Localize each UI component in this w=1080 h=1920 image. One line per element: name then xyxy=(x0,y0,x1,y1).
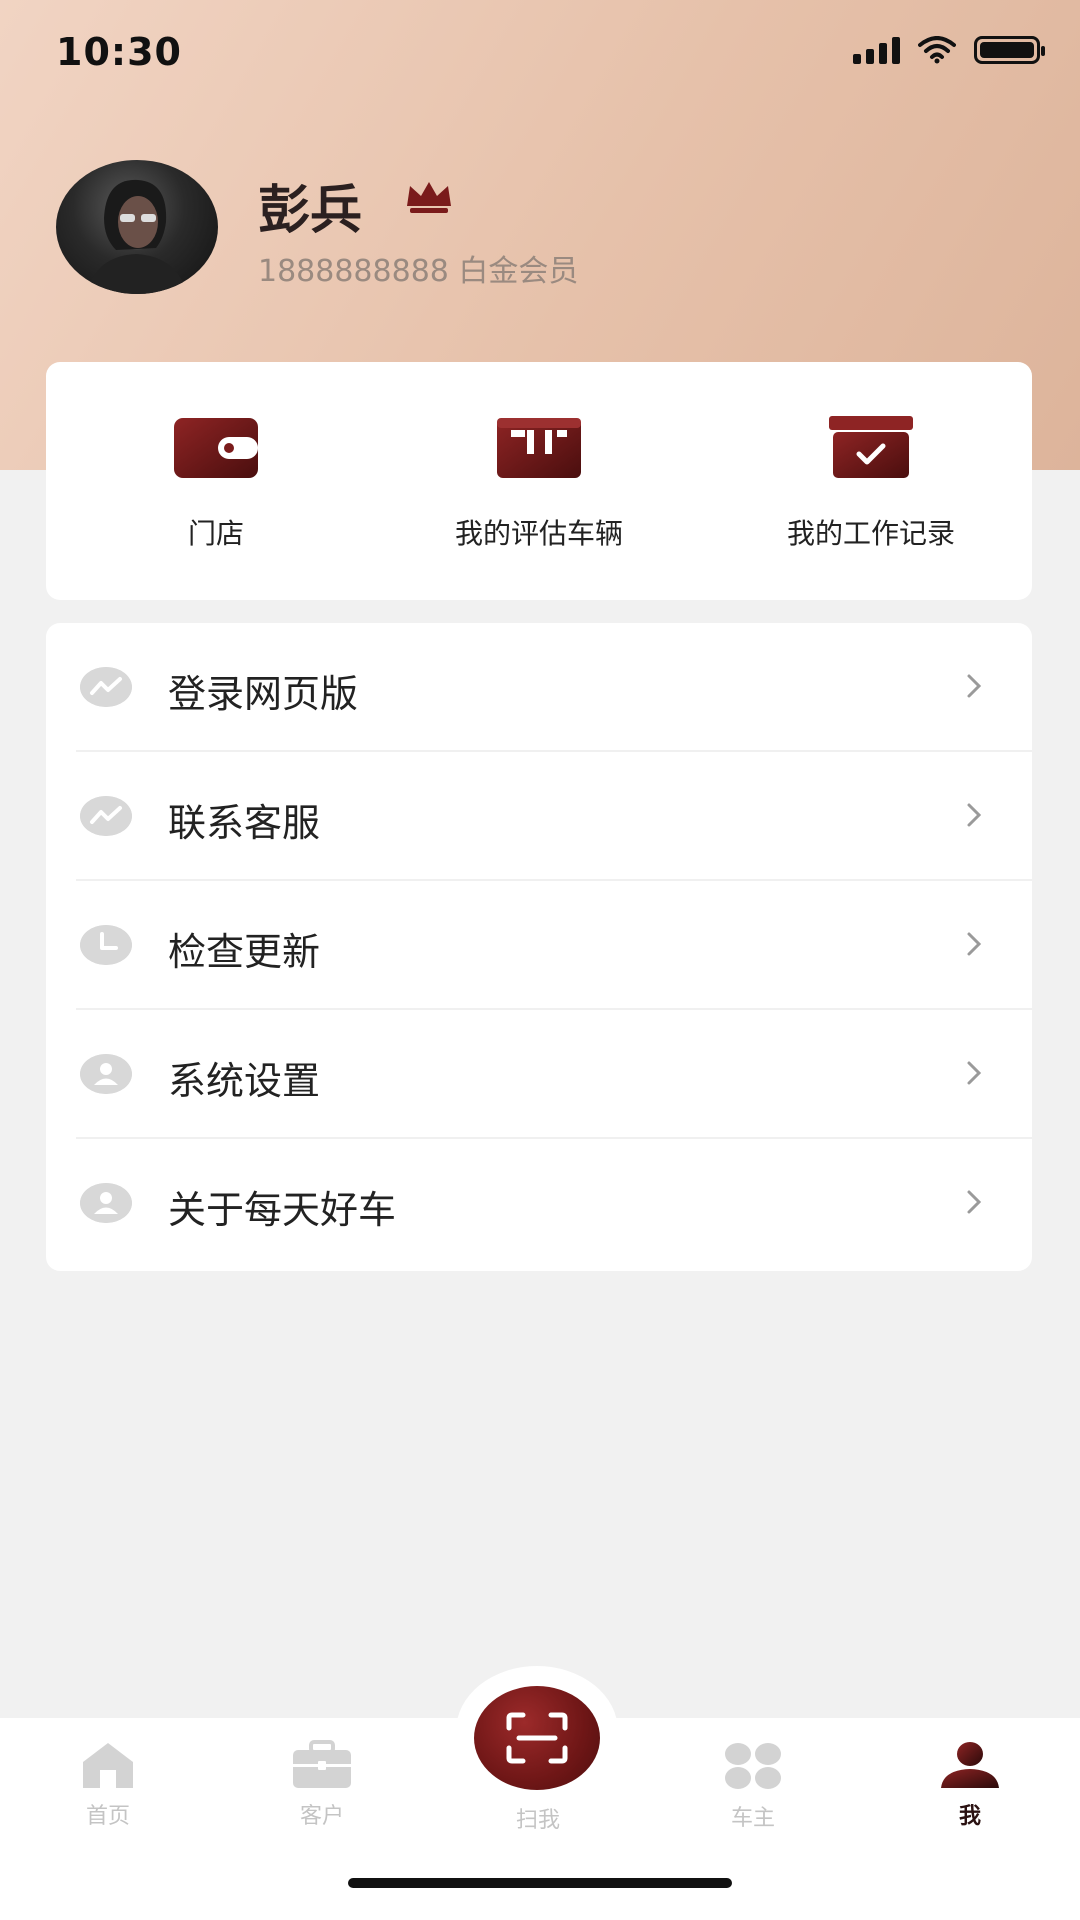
activity-icon xyxy=(80,667,132,707)
home-indicator xyxy=(348,1878,732,1888)
tab-customers[interactable]: 客户 xyxy=(262,1740,382,1830)
menu-item-contact-support[interactable]: 联系客服 xyxy=(46,752,1032,881)
quick-action-label: 门店 xyxy=(187,517,244,550)
menu-item-about[interactable]: 关于每天好车 xyxy=(46,1139,1032,1268)
menu-item-system-settings[interactable]: 系统设置 xyxy=(46,1010,1032,1139)
tab-me[interactable]: 我 xyxy=(910,1740,1030,1830)
grid-icon xyxy=(725,1743,781,1789)
wallet-icon xyxy=(174,418,258,478)
menu-item-web-login[interactable]: 登录网页版 xyxy=(46,623,1032,752)
menu-item-label: 检查更新 xyxy=(168,930,321,974)
battery-icon xyxy=(974,36,1045,64)
menu-item-label: 联系客服 xyxy=(168,801,321,845)
quick-actions-card: 门店 我的评估车辆 我的工作记录 xyxy=(46,362,1032,600)
quick-action-my-work-records[interactable]: 我的工作记录 xyxy=(736,362,1006,600)
avatar[interactable] xyxy=(56,160,218,294)
status-bar: 10:30 xyxy=(0,0,1080,110)
menu-item-label: 关于每天好车 xyxy=(168,1188,397,1232)
quick-action-label: 我的评估车辆 xyxy=(454,517,623,550)
chevron-right-icon xyxy=(967,1190,982,1214)
scan-button[interactable] xyxy=(474,1686,600,1790)
avatar-photo xyxy=(86,179,188,294)
status-time: 10:30 xyxy=(56,30,182,74)
tab-label: 客户 xyxy=(299,1804,344,1829)
archive-check-icon xyxy=(829,416,913,478)
chevron-right-icon xyxy=(967,932,982,956)
user-phone: 1888888888 xyxy=(258,254,449,289)
home-icon xyxy=(83,1743,133,1788)
quick-action-my-evaluated-vehicles[interactable]: 我的评估车辆 xyxy=(404,362,674,600)
user-icon xyxy=(80,1054,132,1094)
tab-label: 我 xyxy=(958,1804,981,1829)
menu-item-check-update[interactable]: 检查更新 xyxy=(46,881,1032,1010)
box-open-icon xyxy=(497,418,581,478)
chevron-right-icon xyxy=(967,803,982,827)
settings-menu: 登录网页版 联系客服 检查更新 系统设置 关于每天好车 xyxy=(46,623,1032,1271)
scan-icon xyxy=(506,1712,568,1764)
tab-car-owners[interactable]: 车主 xyxy=(693,1740,813,1832)
activity-icon xyxy=(80,796,132,836)
chevron-right-icon xyxy=(967,1061,982,1085)
menu-item-label: 登录网页版 xyxy=(168,672,359,716)
user-name: 彭兵 xyxy=(258,181,363,241)
menu-item-label: 系统设置 xyxy=(168,1059,321,1103)
quick-action-label: 我的工作记录 xyxy=(786,517,955,550)
user-icon xyxy=(80,1183,132,1223)
tab-label: 首页 xyxy=(85,1804,130,1829)
chevron-right-icon xyxy=(967,674,982,698)
wifi-icon xyxy=(918,36,956,64)
tab-scan-label: 扫我 xyxy=(515,1808,560,1833)
status-icons xyxy=(853,36,1045,64)
crown-icon xyxy=(407,182,451,213)
user-meta: 1888888888 白金会员 xyxy=(258,246,578,290)
member-level-badge: 白金会员 xyxy=(458,254,579,289)
tab-home[interactable]: 首页 xyxy=(48,1740,168,1830)
quick-action-store[interactable]: 门店 xyxy=(126,362,306,600)
briefcase-icon xyxy=(293,1740,351,1788)
person-icon xyxy=(941,1742,999,1788)
cellular-signal-icon xyxy=(853,36,900,64)
tab-label: 车主 xyxy=(730,1806,775,1831)
clock-icon xyxy=(80,925,132,965)
